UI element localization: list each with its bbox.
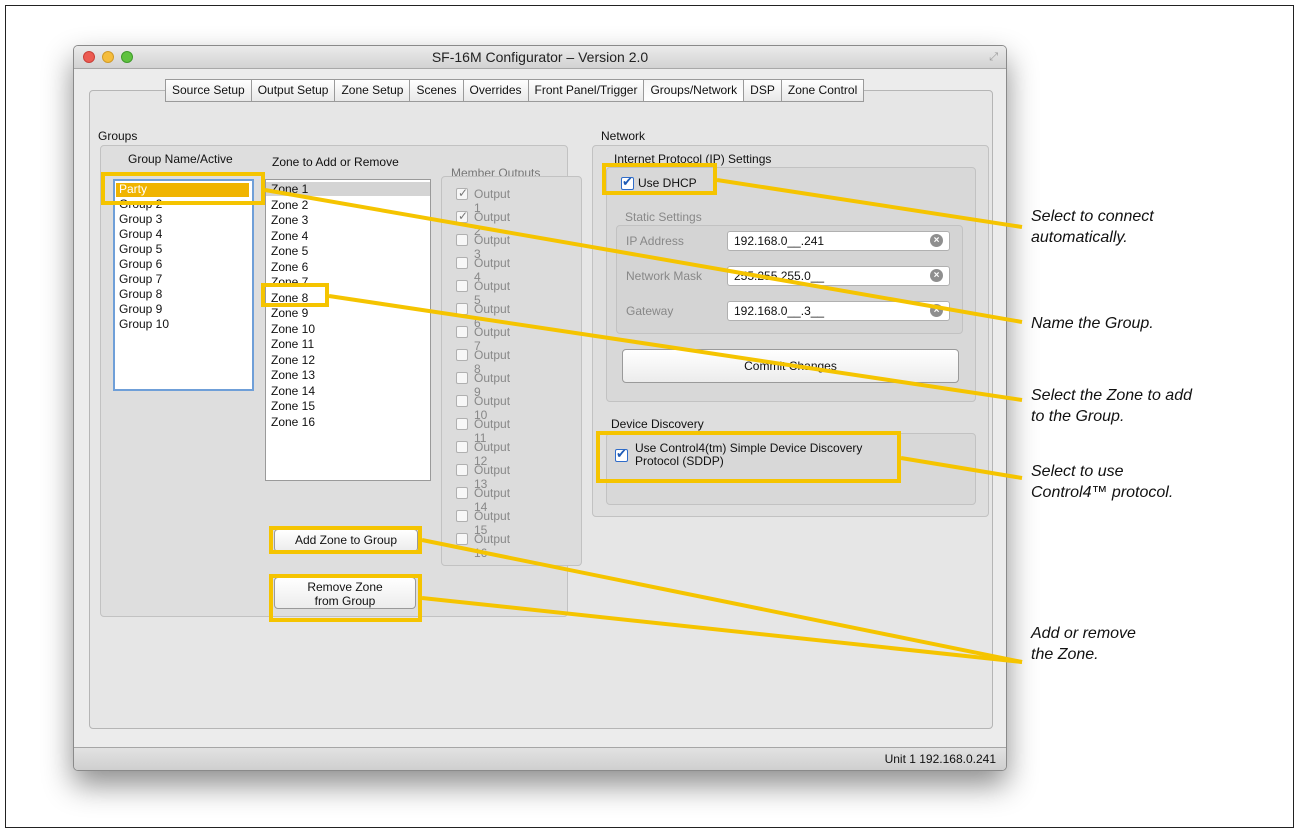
leader-line-dhcp bbox=[716, 178, 1023, 229]
annotation-dhcp-1: Select to connect bbox=[1031, 208, 1154, 225]
tab-list: Source Setup Output Setup Zone Setup Scenes… bbox=[166, 80, 863, 101]
annotation-sddp: Select to use Control4™ protocol. bbox=[1031, 461, 1173, 503]
annotation-zone-1: Select the Zone to add bbox=[1031, 387, 1192, 404]
tab-zone-setup[interactable]: Zone Setup bbox=[335, 80, 411, 101]
tab-dsp[interactable]: DSP bbox=[744, 80, 782, 101]
tab-scenes[interactable]: Scenes bbox=[410, 80, 464, 101]
annotation-sddp-1: Select to use bbox=[1031, 463, 1124, 480]
annotation-sddp-2: Control4™ protocol. bbox=[1031, 484, 1174, 501]
leader-line-add bbox=[421, 538, 1023, 664]
annotation-zone-2: to the Group. bbox=[1031, 408, 1125, 425]
annotation-dhcp-2: automatically. bbox=[1031, 229, 1128, 246]
annotation-dhcp: Select to connect automatically. bbox=[1031, 206, 1154, 248]
annotation-group: Name the Group. bbox=[1031, 315, 1154, 332]
annotation-add-remove-1: Add or remove bbox=[1031, 625, 1136, 642]
leader-line-remove bbox=[421, 596, 1023, 664]
tab-bar: Source Setup Output Setup Zone Setup Scenes… bbox=[165, 79, 865, 102]
annotation-add-remove: Add or remove the Zone. bbox=[1031, 623, 1136, 665]
leader-line-sddp bbox=[900, 456, 1023, 480]
tab-source-setup[interactable]: Source Setup bbox=[166, 80, 252, 101]
tab-output-setup[interactable]: Output Setup bbox=[252, 80, 336, 101]
annotation-add-remove-2: the Zone. bbox=[1031, 646, 1099, 663]
tab-zone-control[interactable]: Zone Control bbox=[782, 80, 863, 101]
tab-overrides[interactable]: Overrides bbox=[464, 80, 529, 101]
annotation-zone: Select the Zone to add to the Group. bbox=[1031, 385, 1192, 427]
tab-front-panel-trigger[interactable]: Front Panel/Trigger bbox=[529, 80, 645, 101]
leader-line-zone bbox=[328, 294, 1023, 402]
tab-groups-network[interactable]: Groups/Network bbox=[644, 80, 745, 101]
